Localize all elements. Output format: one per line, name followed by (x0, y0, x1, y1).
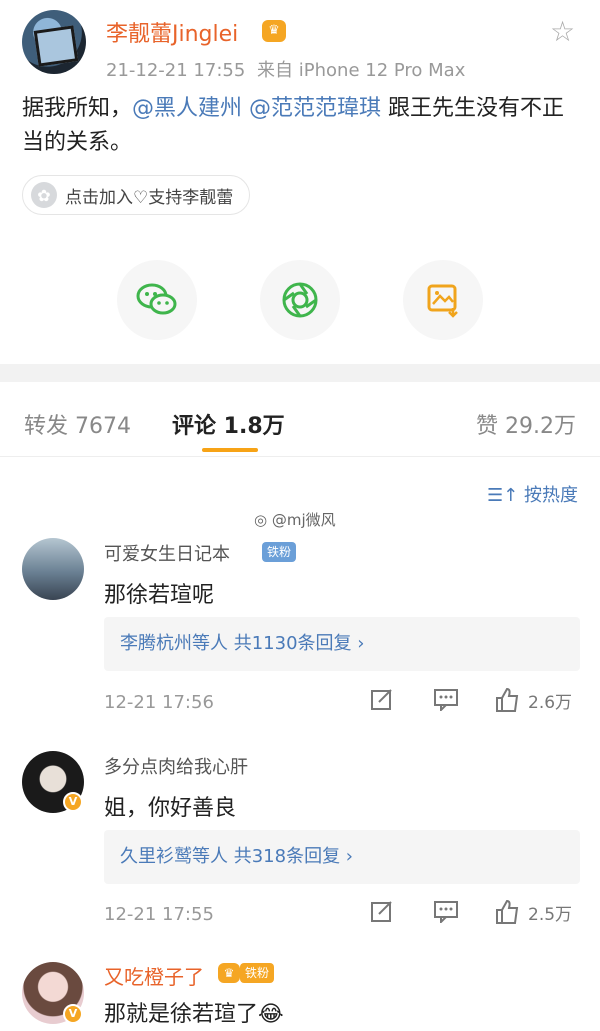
post-meta: 21-12-21 17:55 来自 iPhone 12 Pro Max (106, 56, 471, 82)
post-tabs: 转发 7674 评论 1.8万 赞 29.2万 (0, 382, 600, 457)
post-source: 来自 iPhone 12 Pro Max (257, 60, 466, 81)
commenter-avatar[interactable] (22, 538, 84, 600)
post-text-before: 据我所知， (22, 96, 133, 121)
save-image-icon (427, 284, 458, 318)
comment-text: 那就是徐若瑄了😂 (104, 1002, 284, 1027)
sort-icon: ☰↑ (487, 485, 519, 506)
like-button[interactable]: 2.5万 (494, 899, 572, 925)
flower-icon: ✿ (31, 182, 57, 208)
comment-icon (434, 689, 458, 711)
weibo-logo-icon: ◎ (254, 511, 268, 529)
share-moments-button[interactable] (260, 260, 340, 340)
vip-crown-icon: ♛ (262, 20, 286, 42)
author-name[interactable]: 李靓蕾Jinglei (106, 16, 238, 48)
wechat-icon (136, 283, 177, 315)
commenter-name[interactable]: 可爱女生日记本 (104, 540, 230, 566)
active-tab-indicator (202, 448, 258, 452)
verified-badge: V (63, 792, 83, 812)
post-date: 21-12-21 17:55 (106, 60, 246, 81)
section-divider (0, 364, 600, 382)
watermark-text: @mj微风 (271, 511, 336, 529)
thumbs-up-icon (496, 687, 519, 712)
tab-like[interactable]: 赞 29.2万 (476, 408, 576, 440)
sort-label: 按热度 (524, 485, 578, 506)
comment-item: 可爱女生日记本 铁粉 那徐若瑄呢 李腾杭州等人 共1130条回复 › 12-21… (0, 535, 600, 735)
replies-preview[interactable]: 李腾杭州等人 共1130条回复 › (104, 617, 580, 671)
support-label: 点击加入♡支持李靓蕾 (65, 187, 234, 208)
verified-badge: V (63, 1004, 83, 1024)
comment-item: V 多分点肉给我心肝 姐，你好善良 久里衫鹫等人 共318条回复 › 12-21… (0, 748, 600, 948)
mention-link[interactable]: @黑人建州 (132, 96, 242, 121)
comment-icon (434, 901, 458, 923)
comment-time: 12-21 17:55 (104, 904, 214, 925)
watermark: ◎ @mj微风 (254, 509, 336, 530)
edit-icon (371, 901, 392, 922)
share-row (0, 260, 600, 340)
replies-preview[interactable]: 久里衫鹫等人 共318条回复 › (104, 830, 580, 884)
post-text: 据我所知，@黑人建州 @范范范瑋琪 跟王先生没有不正当的关系。 (22, 92, 582, 160)
like-count: 2.5万 (528, 904, 573, 925)
favorite-star-icon[interactable]: ☆ (550, 18, 575, 46)
sort-by-hot-button[interactable]: ☰↑ 按热度 (487, 481, 578, 507)
reply-button[interactable] (433, 899, 459, 923)
commenter-name[interactable]: 又吃橙子了 (104, 961, 204, 990)
like-button[interactable]: 2.6万 (494, 687, 572, 713)
share-wechat-button[interactable] (117, 260, 197, 340)
comment-text: 姐，你好善良 (104, 796, 237, 821)
thumbs-up-icon (496, 899, 519, 924)
tab-comment[interactable]: 评论 1.8万 (172, 408, 285, 440)
tab-repost[interactable]: 转发 7674 (24, 408, 131, 440)
support-button[interactable]: ✿ 点击加入♡支持李靓蕾 (22, 175, 251, 215)
fan-badge: 铁粉 (240, 963, 275, 983)
mention-link[interactable]: @范范范瑋琪 (249, 96, 381, 121)
reply-button[interactable] (433, 687, 459, 711)
comment-time: 12-21 17:56 (104, 692, 214, 713)
save-image-button[interactable] (403, 260, 483, 340)
commenter-name[interactable]: 多分点肉给我心肝 (104, 753, 248, 779)
moments-icon (282, 282, 318, 318)
vip-crown-icon: ♛ (218, 963, 240, 983)
comment-text: 那徐若瑄呢 (104, 583, 215, 608)
like-count: 2.6万 (528, 692, 573, 713)
repost-comment-button[interactable] (370, 899, 394, 923)
repost-comment-button[interactable] (370, 687, 394, 711)
comment-item: V 又吃橙子了 ♛ 铁粉 那就是徐若瑄了😂 (0, 958, 600, 1031)
edit-icon (371, 689, 392, 710)
author-avatar[interactable] (22, 10, 86, 74)
weibo-post: 李靓蕾Jinglei ♛ 21-12-21 17:55 来自 iPhone 12… (0, 0, 600, 364)
fan-badge: 铁粉 (262, 542, 297, 562)
